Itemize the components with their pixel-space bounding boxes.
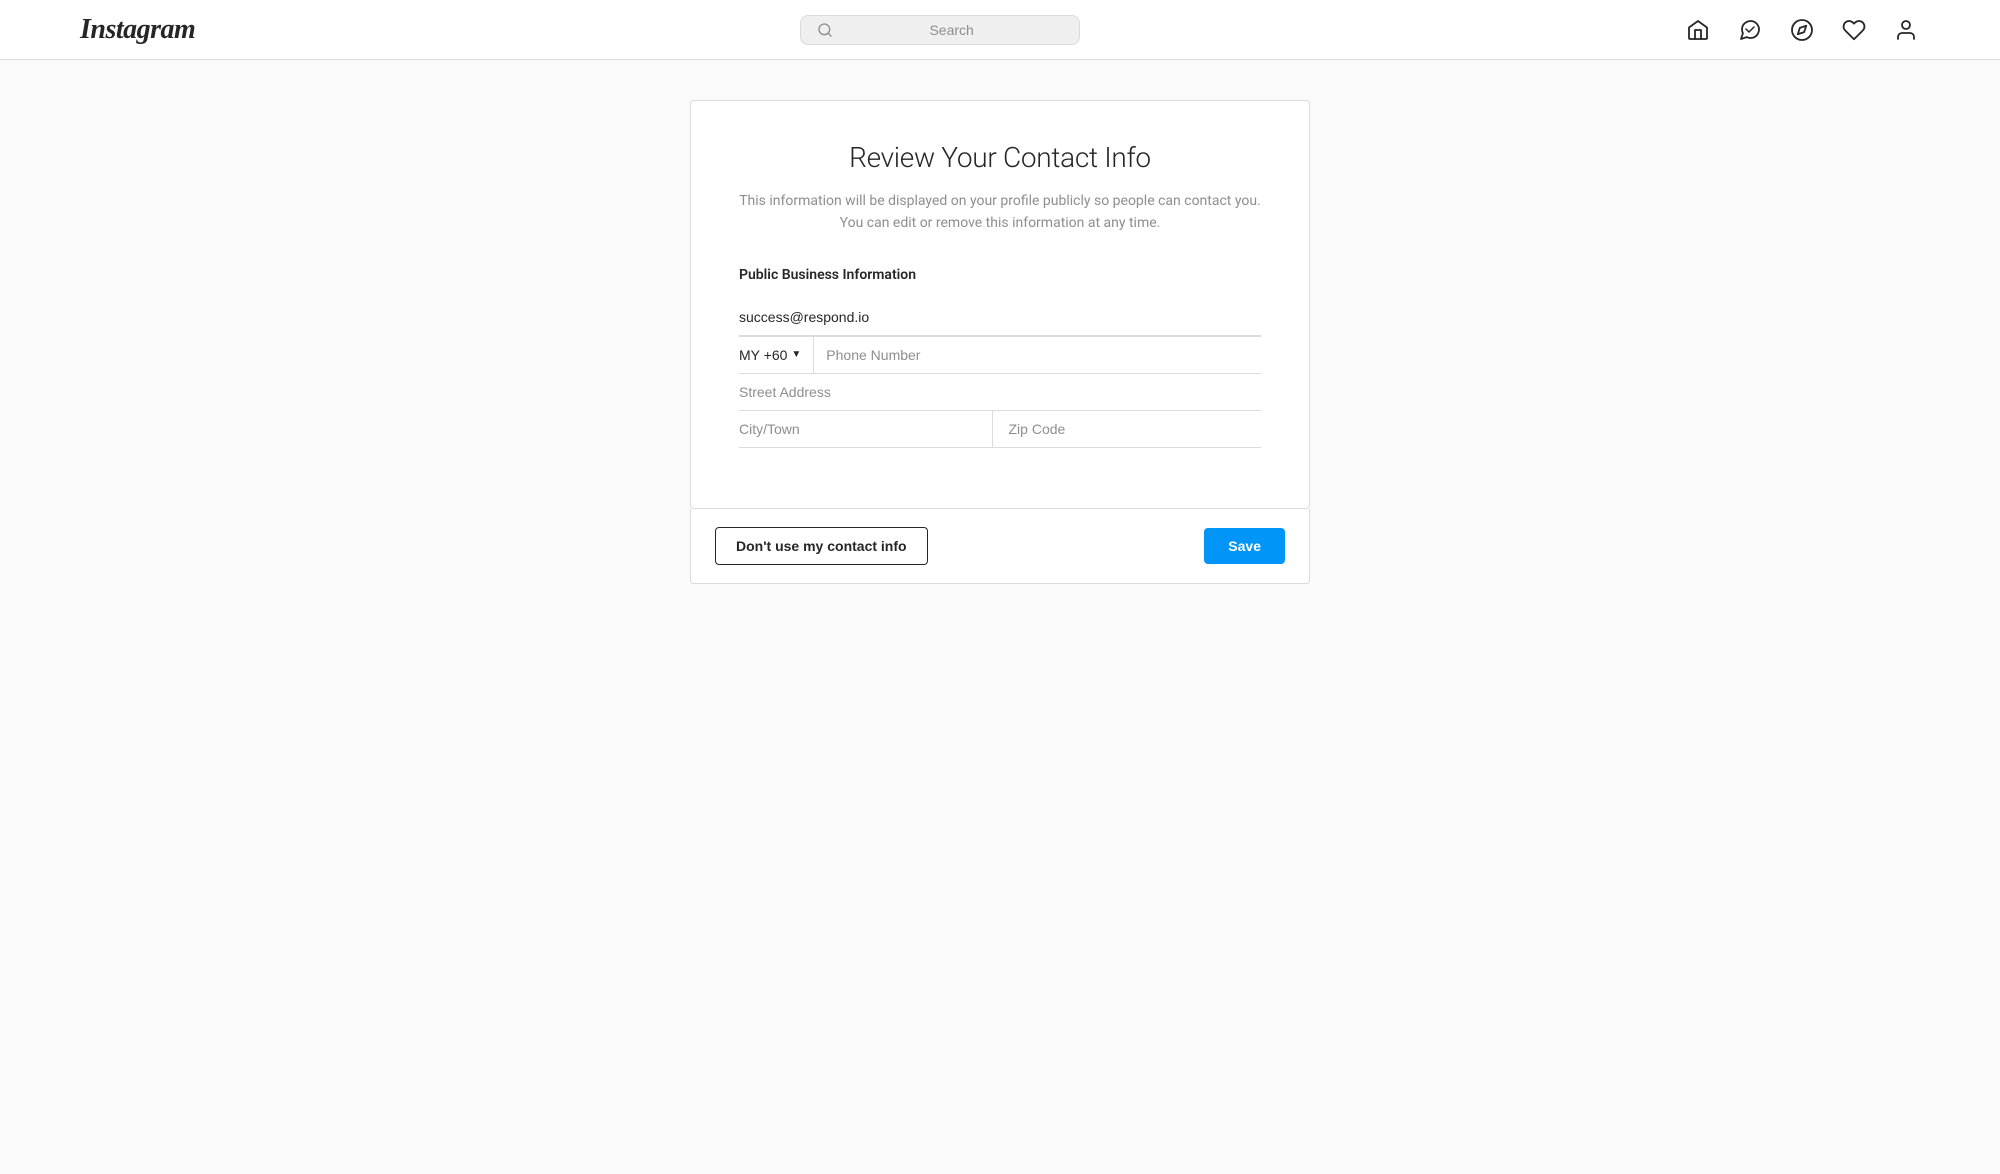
street-address-input[interactable] <box>739 374 1261 411</box>
search-input[interactable] <box>841 22 1063 38</box>
country-code-selector[interactable]: MY +60 ▼ <box>739 337 814 373</box>
navbar: Instagram <box>0 0 2000 60</box>
main-content: Review Your Contact Info This informatio… <box>0 60 2000 1114</box>
notifications-icon[interactable] <box>1840 16 1868 44</box>
nav-icons <box>1684 16 1920 44</box>
city-zip-row <box>739 411 1261 448</box>
profile-avatar[interactable] <box>1892 16 1920 44</box>
phone-row: MY +60 ▼ <box>739 337 1261 374</box>
brand-logo: Instagram <box>80 14 195 46</box>
review-contact-card: Review Your Contact Info This informatio… <box>690 100 1310 509</box>
home-icon[interactable] <box>1684 16 1712 44</box>
zip-input[interactable] <box>993 411 1262 447</box>
messenger-icon[interactable] <box>1736 16 1764 44</box>
dont-use-contact-button[interactable]: Don't use my contact info <box>715 527 928 565</box>
email-field[interactable] <box>739 299 1261 336</box>
page-subtitle: This information will be displayed on yo… <box>739 190 1261 235</box>
save-button[interactable]: Save <box>1204 528 1285 564</box>
search-bar[interactable] <box>800 15 1080 45</box>
page-title: Review Your Contact Info <box>739 141 1261 174</box>
section-title: Public Business Information <box>739 267 1261 283</box>
chevron-down-icon: ▼ <box>791 349 801 360</box>
explore-icon[interactable] <box>1788 16 1816 44</box>
city-input[interactable] <box>739 411 993 447</box>
phone-input[interactable] <box>826 337 1261 373</box>
card-container: Review Your Contact Info This informatio… <box>690 100 1310 1074</box>
contact-form: MY +60 ▼ <box>739 299 1261 448</box>
search-icon <box>817 22 833 38</box>
action-bar: Don't use my contact info Save <box>690 509 1310 584</box>
email-field-container <box>739 299 1261 337</box>
